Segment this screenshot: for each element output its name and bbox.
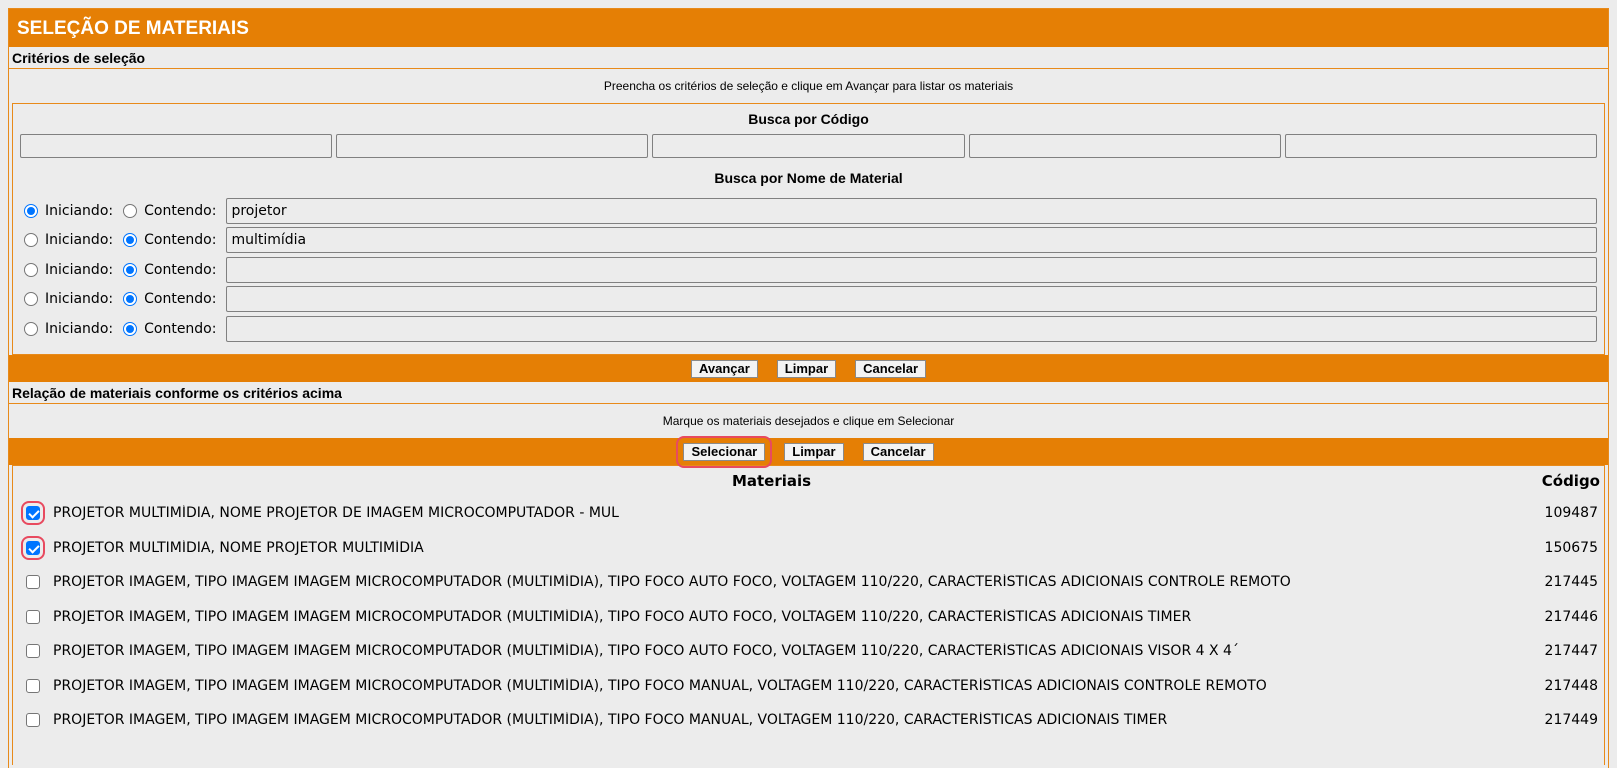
starting-radio[interactable] <box>24 262 38 277</box>
material-row: PROJETOR IMAGEM, TIPO IMAGEM IMAGEM MICR… <box>13 634 1604 669</box>
clear-results-button[interactable]: Limpar <box>784 442 844 461</box>
results-section-label: Relação de materiais conforme os critéri… <box>9 382 1608 404</box>
material-name-input[interactable] <box>226 256 1597 283</box>
material-name: PROJETOR IMAGEM, TIPO IMAGEM IMAGEM MICR… <box>53 712 1168 729</box>
material-name: PROJETOR IMAGEM, TIPO IMAGEM IMAGEM MICR… <box>53 643 1239 660</box>
page-title: SELEÇÃO DE MATERIAIS <box>9 9 1608 47</box>
results-hint: Marque os materiais desejados e clique e… <box>662 414 955 428</box>
starting-label: Iniciando: <box>45 202 114 219</box>
code-input-3[interactable] <box>652 134 965 158</box>
material-row: PROJETOR IMAGEM, TIPO IMAGEM IMAGEM MICR… <box>13 703 1604 738</box>
starting-radio[interactable] <box>24 233 38 248</box>
containing-label: Contendo: <box>144 291 217 308</box>
starting-radio[interactable] <box>24 292 38 307</box>
material-checkbox[interactable] <box>26 609 40 624</box>
code-search-heading: Busca por Código <box>748 111 869 127</box>
material-checkbox-cell <box>13 678 53 693</box>
code-input-1[interactable] <box>20 134 333 158</box>
material-checkbox-cell <box>13 609 53 624</box>
name-search-row: Iniciando: Contendo: <box>13 314 1604 344</box>
containing-label: Contendo: <box>144 232 217 249</box>
name-search-row: Iniciando: Contendo: <box>13 255 1604 285</box>
material-name-input[interactable] <box>226 315 1597 342</box>
name-search-heading: Busca por Nome de Material <box>714 170 903 186</box>
material-row: PROJETOR IMAGEM, TIPO IMAGEM IMAGEM MICR… <box>13 565 1604 600</box>
containing-label: Contendo: <box>144 202 217 219</box>
material-checkbox[interactable] <box>21 535 45 560</box>
name-search-row: Iniciando: Contendo: projetor <box>13 196 1604 226</box>
starting-radio[interactable] <box>24 321 38 336</box>
containing-radio[interactable] <box>123 203 138 218</box>
name-search-row: Iniciando: Contendo: multimídia <box>13 226 1604 256</box>
material-name: PROJETOR MULTIMÍDIA, NOME PROJETOR DE IM… <box>53 505 619 522</box>
containing-label: Contendo: <box>144 320 217 337</box>
material-checkbox[interactable] <box>26 575 40 590</box>
material-code: 109487 <box>1544 505 1598 522</box>
criteria-button-bar: Avançar Limpar Cancelar <box>9 355 1608 382</box>
materials-selection-page: SELEÇÃO DE MATERIAIS Critérios de seleçã… <box>8 8 1609 768</box>
material-checkbox[interactable] <box>21 501 45 526</box>
material-name-input[interactable] <box>226 286 1597 313</box>
material-name: PROJETOR IMAGEM, TIPO IMAGEM IMAGEM MICR… <box>53 574 1291 591</box>
materials-table-header: Materiais Código <box>13 466 1604 496</box>
material-code: 217449 <box>1544 712 1598 729</box>
containing-radio[interactable] <box>123 262 138 277</box>
name-search-rows: Iniciando: Contendo: projetor Iniciando: Con… <box>13 196 1604 344</box>
select-button[interactable]: Selecionar <box>676 435 773 468</box>
material-code: 150675 <box>1544 539 1598 556</box>
clear-criteria-button[interactable]: Limpar <box>776 359 837 378</box>
material-row: PROJETOR IMAGEM, TIPO IMAGEM IMAGEM MICR… <box>13 669 1604 704</box>
material-row: PROJETOR MULTIMÍDIA, NOME PROJETOR DE IM… <box>13 496 1604 531</box>
advance-button[interactable]: Avançar <box>690 359 758 378</box>
criteria-section-label: Critérios de seleção <box>9 47 1608 69</box>
material-checkbox[interactable] <box>26 713 40 728</box>
code-search-row <box>13 132 1604 160</box>
starting-label: Iniciando: <box>45 291 114 308</box>
material-name: PROJETOR MULTIMÍDIA, NOME PROJETOR MULTI… <box>53 539 424 556</box>
materials-table: Materiais Código PROJETOR MULTIMÍDIA, NO… <box>12 465 1605 765</box>
material-code: 217446 <box>1544 608 1598 625</box>
materials-column-header: Materiais <box>731 472 812 490</box>
starting-label: Iniciando: <box>45 261 114 278</box>
criteria-box: Busca por Código Busca por Nome de Mater… <box>12 103 1605 355</box>
material-code: 217447 <box>1544 643 1598 660</box>
material-name-input[interactable]: projetor <box>226 197 1597 224</box>
material-checkbox-cell <box>13 501 53 526</box>
material-checkbox-cell <box>13 575 53 590</box>
cancel-results-button[interactable]: Cancelar <box>862 442 934 461</box>
results-button-bar: Selecionar Limpar Cancelar <box>9 435 1608 468</box>
material-code: 217445 <box>1544 574 1598 591</box>
containing-radio[interactable] <box>123 292 138 307</box>
starting-label: Iniciando: <box>45 320 114 337</box>
material-checkbox-cell <box>13 644 53 659</box>
starting-radio[interactable] <box>24 203 38 218</box>
material-checkbox-cell <box>13 535 53 560</box>
materials-rows: PROJETOR MULTIMÍDIA, NOME PROJETOR DE IM… <box>13 496 1604 738</box>
name-search-row: Iniciando: Contendo: <box>13 285 1604 315</box>
material-row: PROJETOR MULTIMÍDIA, NOME PROJETOR MULTI… <box>13 531 1604 566</box>
material-checkbox-cell <box>13 713 53 728</box>
containing-radio[interactable] <box>123 321 138 336</box>
code-input-5[interactable] <box>1284 134 1598 158</box>
material-row: PROJETOR IMAGEM, TIPO IMAGEM IMAGEM MICR… <box>13 600 1604 635</box>
material-name: PROJETOR IMAGEM, TIPO IMAGEM IMAGEM MICR… <box>53 608 1192 625</box>
material-checkbox[interactable] <box>26 644 40 659</box>
criteria-hint: Preencha os critérios de seleção e cliqu… <box>603 79 1014 93</box>
code-input-4[interactable] <box>968 134 1281 158</box>
material-checkbox[interactable] <box>26 678 40 693</box>
cancel-criteria-button[interactable]: Cancelar <box>855 359 927 378</box>
code-input-2[interactable] <box>336 134 649 158</box>
material-code: 217448 <box>1544 677 1598 694</box>
material-name: PROJETOR IMAGEM, TIPO IMAGEM IMAGEM MICR… <box>53 677 1267 694</box>
material-name-input[interactable]: multimídia <box>226 227 1597 254</box>
containing-radio[interactable] <box>123 233 138 248</box>
starting-label: Iniciando: <box>45 232 114 249</box>
code-column-header: Código <box>1541 472 1600 490</box>
containing-label: Contendo: <box>144 261 217 278</box>
